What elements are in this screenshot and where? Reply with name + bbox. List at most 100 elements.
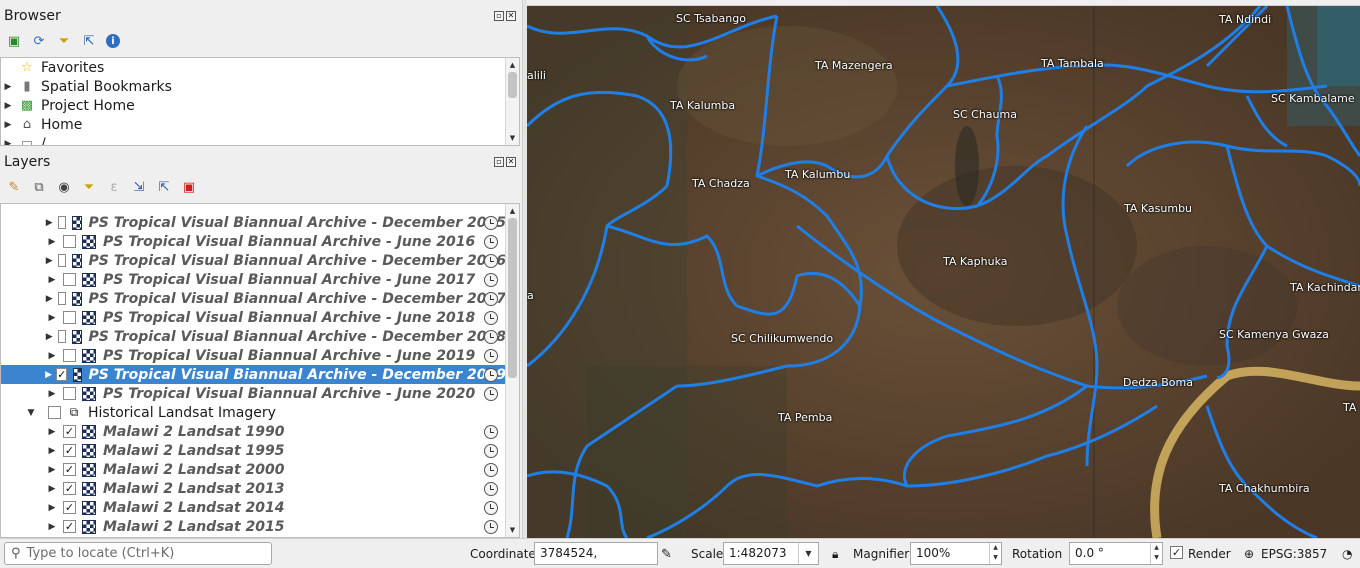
layer-visibility-checkbox[interactable]: ✓ <box>56 368 68 381</box>
layer-visibility-checkbox[interactable]: ✓ <box>63 425 76 438</box>
temporal-clock-icon[interactable] <box>484 215 498 230</box>
browser-item-project-home[interactable]: ▶ ▩ Project Home <box>1 96 135 115</box>
temporal-clock-icon[interactable] <box>484 443 498 458</box>
expand-arrow-icon[interactable]: ▶ <box>45 332 54 342</box>
expand-arrow-icon[interactable]: ▶ <box>45 256 54 266</box>
layer-row[interactable]: ▶ PS Tropical Visual Biannual Archive - J… <box>1 384 506 403</box>
browser-scrollbar[interactable]: ▲ ▼ <box>505 58 519 145</box>
layer-visibility-checkbox[interactable]: ✓ <box>63 463 76 476</box>
layer-visibility-checkbox[interactable] <box>63 387 76 400</box>
layer-visibility-checkbox[interactable] <box>57 292 67 305</box>
layer-row[interactable]: ▶ PS Tropical Visual Biannual Archive - J… <box>1 270 506 289</box>
temporal-clock-icon[interactable] <box>484 519 498 534</box>
filter-legend-icon[interactable]: ⏷ <box>81 179 97 195</box>
layer-row[interactable]: ▶ ✓ Malawi 2 Landsat 2014 <box>1 498 506 517</box>
layer-visibility-checkbox[interactable]: ✓ <box>63 501 76 514</box>
scale-combobox[interactable]: 1:482073 ▼ <box>723 542 819 565</box>
temporal-clock-icon[interactable] <box>484 272 498 287</box>
scroll-down-icon[interactable]: ▼ <box>506 523 519 537</box>
expand-arrow-icon[interactable]: ▶ <box>45 522 59 532</box>
expand-arrow-icon[interactable]: ▶ <box>45 503 59 513</box>
magnifier-spinbox[interactable]: 100% ▲ ▼ <box>910 542 1002 565</box>
layer-row[interactable]: ▶ ✓ Malawi 2 Landsat 2013 <box>1 479 506 498</box>
layers-scrollbar[interactable]: ▲ ▼ <box>505 204 519 537</box>
expand-arrow-icon[interactable]: ▶ <box>1 82 15 92</box>
temporal-clock-icon[interactable] <box>484 253 498 268</box>
coordinate-field[interactable]: 3784524, -1570769 <box>534 542 658 568</box>
temporal-clock-icon[interactable] <box>484 424 498 439</box>
layer-visibility-checkbox[interactable] <box>48 406 61 419</box>
layer-row[interactable]: ▶ PS Tropical Visual Biannual Archive - J… <box>1 308 506 327</box>
close-dock-icon[interactable]: ✕ <box>506 11 516 21</box>
add-layer-icon[interactable]: ▣ <box>6 33 22 49</box>
layer-row[interactable]: ▶ PS Tropical Visual Biannual Archive - J… <box>1 346 506 365</box>
expand-arrow-icon[interactable]: ▶ <box>45 389 59 399</box>
temporal-clock-icon[interactable] <box>484 386 498 401</box>
layer-row[interactable]: ▶ ✓ PS Tropical Visual Biannual Archive - … <box>1 365 506 384</box>
layer-visibility-checkbox[interactable] <box>63 235 76 248</box>
temporal-clock-icon[interactable] <box>484 367 498 382</box>
temporal-clock-icon[interactable] <box>484 234 498 249</box>
float-dock-icon[interactable]: ▫ <box>494 157 504 167</box>
expand-arrow-icon[interactable]: ▶ <box>1 101 15 111</box>
locator-search[interactable]: ⚲ Type to locate (Ctrl+K) <box>4 542 272 565</box>
layer-visibility-checkbox[interactable]: ✓ <box>63 520 76 533</box>
layer-row[interactable]: ▶ PS Tropical Visual Biannual Archive - D… <box>1 289 506 308</box>
refresh-icon[interactable]: ⟳ <box>31 33 47 49</box>
browser-item-favorites[interactable]: ☆ Favorites <box>1 58 104 77</box>
spin-arrows-icon[interactable]: ▲ ▼ <box>1150 543 1162 564</box>
expand-arrow-icon[interactable]: ▶ <box>45 294 54 304</box>
layer-group-row[interactable]: ▼ ⧉ Historical Landsat Imagery <box>1 403 506 422</box>
layer-visibility-checkbox[interactable] <box>57 330 67 343</box>
expand-arrow-icon[interactable]: ▶ <box>45 275 59 285</box>
layer-visibility-checkbox[interactable] <box>63 273 76 286</box>
browser-item-spatial-bookmarks[interactable]: ▶ ▮ Spatial Bookmarks <box>1 77 172 96</box>
browser-item-home[interactable]: ▶ ⌂ Home <box>1 115 83 134</box>
layer-visibility-checkbox[interactable] <box>57 254 67 267</box>
info-icon[interactable]: i <box>106 34 120 48</box>
expand-arrow-icon[interactable]: ▶ <box>45 465 59 475</box>
crs-globe-icon[interactable]: ⊕ <box>1244 547 1254 561</box>
layer-row[interactable]: ▶ ✓ Malawi 2 Landsat 2000 <box>1 460 506 479</box>
map-canvas[interactable]: SC Tsabango TA Ndindi TA Mazengera TA Tamba… <box>527 6 1360 538</box>
layer-row[interactable]: ▶ PS Tropical Visual Biannual Archive - J… <box>1 232 506 251</box>
add-group-icon[interactable]: ⧉ <box>31 179 47 195</box>
layer-visibility-checkbox[interactable] <box>57 216 67 229</box>
render-checkbox[interactable]: ✓ <box>1170 546 1183 559</box>
expand-arrow-icon[interactable]: ▶ <box>45 446 59 456</box>
visibility-eye-icon[interactable]: ◉ <box>56 179 72 195</box>
browser-item-root[interactable]: ▶ ▭ / <box>1 134 46 146</box>
scroll-down-icon[interactable]: ▼ <box>506 131 519 145</box>
expand-arrow-icon[interactable]: ▶ <box>45 237 59 247</box>
expand-all-icon[interactable]: ⇲ <box>131 179 147 195</box>
expand-arrow-icon[interactable]: ▶ <box>45 351 59 361</box>
layer-row[interactable]: ▶ PS Tropical Visual Biannual Archive - D… <box>1 327 506 346</box>
close-dock-icon[interactable]: ✕ <box>506 157 516 167</box>
scroll-thumb[interactable] <box>508 218 517 378</box>
mouse-capture-icon[interactable]: ✎ <box>661 547 672 562</box>
temporal-clock-icon[interactable] <box>484 462 498 477</box>
temporal-clock-icon[interactable] <box>484 310 498 325</box>
expand-arrow-icon[interactable]: ▶ <box>45 218 54 228</box>
messages-icon[interactable]: ◔ <box>1342 547 1352 561</box>
collapse-all-icon[interactable]: ⇱ <box>81 33 97 49</box>
expand-arrow-icon[interactable]: ▶ <box>45 370 52 380</box>
crs-button[interactable]: EPSG:3857 <box>1261 547 1327 561</box>
collapse-all-icon[interactable]: ⇱ <box>156 179 172 195</box>
expand-arrow-icon[interactable]: ▶ <box>45 484 59 494</box>
layer-row[interactable]: ▶ ✓ Malawi 2 Landsat 1990 <box>1 422 506 441</box>
expand-arrow-icon[interactable]: ▶ <box>45 427 59 437</box>
temporal-clock-icon[interactable] <box>484 348 498 363</box>
layer-visibility-checkbox[interactable]: ✓ <box>63 444 76 457</box>
scroll-up-icon[interactable]: ▲ <box>506 58 519 72</box>
remove-layer-icon[interactable]: ▣ <box>181 179 197 195</box>
expand-arrow-icon[interactable]: ▶ <box>45 313 59 323</box>
collapse-arrow-icon[interactable]: ▼ <box>24 408 38 418</box>
scroll-thumb[interactable] <box>508 72 517 98</box>
layer-visibility-checkbox[interactable] <box>63 311 76 324</box>
scroll-up-icon[interactable]: ▲ <box>506 204 519 218</box>
temporal-clock-icon[interactable] <box>484 481 498 496</box>
temporal-clock-icon[interactable] <box>484 329 498 344</box>
expand-arrow-icon[interactable]: ▶ <box>1 120 15 130</box>
layer-row[interactable]: ▶ ✓ Malawi 2 Landsat 1995 <box>1 441 506 460</box>
